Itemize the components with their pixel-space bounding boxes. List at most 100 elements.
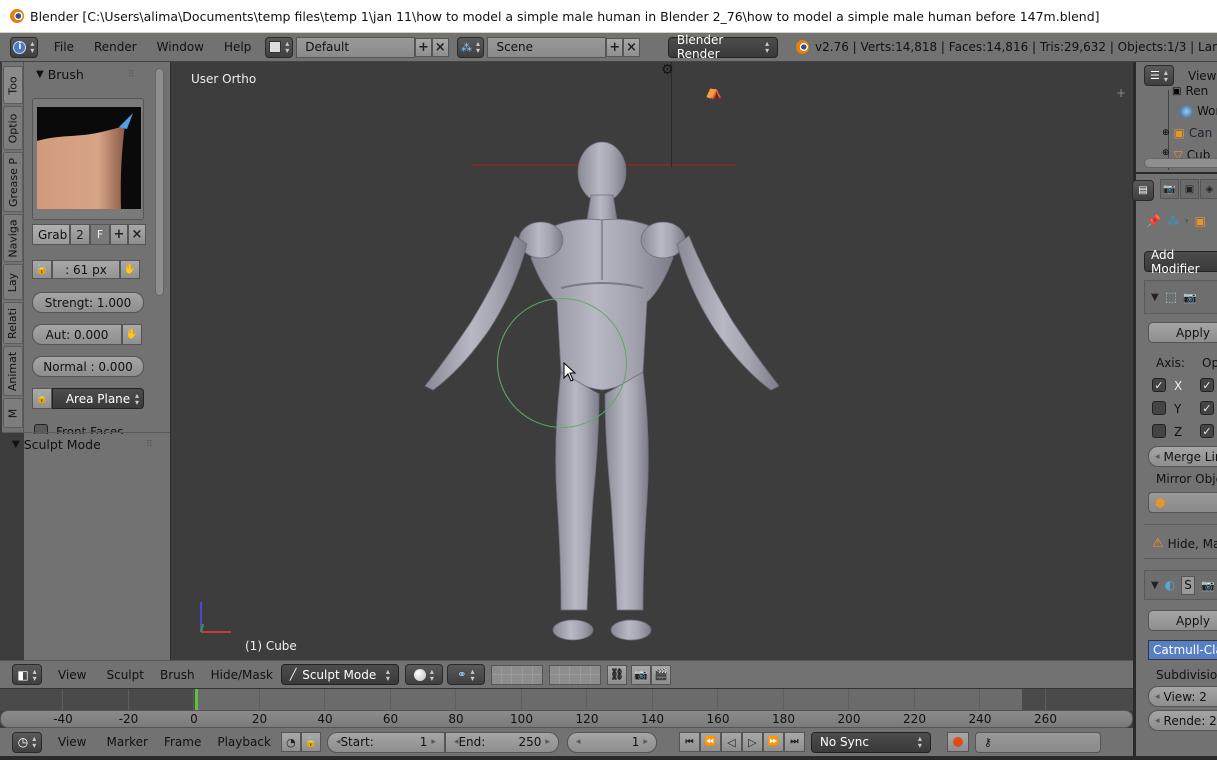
decrement-arrow-icon[interactable]: ◂ <box>1155 716 1160 726</box>
render-levels-field[interactable]: ◂ Rende: 2 <box>1148 710 1217 731</box>
tab-scene-icon[interactable]: ◈ <box>1200 179 1217 199</box>
option-checkbox[interactable]: ✓ <box>1200 424 1214 438</box>
render-animation-icon[interactable]: 🎬 <box>650 664 671 685</box>
menu-sculpt[interactable]: Sculpt <box>98 668 151 682</box>
decrement-arrow-icon[interactable]: ◂ <box>576 737 581 747</box>
normal-weight-slider[interactable]: Normal : 0.000 <box>32 356 144 377</box>
collapse-arrow-icon[interactable]: ▼ <box>1151 292 1159 303</box>
scene-layers-grid-2[interactable] <box>548 664 601 685</box>
mode-select[interactable]: ╱ Sculpt Mode ▴ ▾ <box>280 664 399 685</box>
drag-handle-icon[interactable]: ⠿ <box>128 70 135 80</box>
increment-arrow-icon[interactable]: ▸ <box>431 737 436 747</box>
menu-file[interactable]: File <box>44 40 84 54</box>
menu-view[interactable]: View <box>46 668 98 682</box>
camera-icon[interactable]: ⛺ <box>705 84 722 100</box>
delete-layout-button[interactable]: × <box>431 37 449 57</box>
merge-limit-field[interactable]: ◂Merge Lim <box>1148 446 1217 467</box>
end-frame-field[interactable]: ◂ End: 250 ▸ <box>444 731 559 753</box>
editor-type-properties-button[interactable]: ▤ <box>1132 180 1154 201</box>
collapse-arrow-icon[interactable]: ▼ <box>1151 580 1159 591</box>
add-modifier-button[interactable]: Add Modifier <box>1144 248 1217 276</box>
tab-relations[interactable]: Relati <box>3 302 23 344</box>
pin-icon[interactable]: 📌 <box>1146 214 1161 228</box>
viewport-shading-select[interactable]: ▴ ▾ <box>404 664 443 685</box>
mirror-apply-button[interactable]: Apply <box>1148 322 1217 343</box>
sculpt-plane-select[interactable]: Area Plane ▴ ▾ <box>52 388 144 409</box>
auto-keyframe-record-icon[interactable] <box>946 732 969 752</box>
menu-marker[interactable]: Marker <box>98 735 155 749</box>
brush-preview[interactable] <box>32 98 144 220</box>
add-scene-button[interactable]: + <box>606 37 624 57</box>
tab-render-layers-icon[interactable]: ▣ <box>1180 179 1199 199</box>
decrement-arrow-icon[interactable]: ◂ <box>1155 452 1160 462</box>
radius-unit-lock-icon[interactable]: 🔓 <box>32 260 52 279</box>
start-frame-field[interactable]: ◂ Start: 1 ▸ <box>326 731 445 753</box>
mirror-modifier-header[interactable]: ▼ ⬚ 📷 <box>1144 280 1217 314</box>
outliner-scrollbar[interactable] <box>1144 158 1217 168</box>
subsurf-apply-button[interactable]: Apply <box>1148 610 1217 631</box>
menu-brush[interactable]: Brush <box>152 668 203 682</box>
brush-panel-header[interactable]: ▼ Brush <box>36 67 84 82</box>
current-frame-marker[interactable] <box>195 689 198 711</box>
jump-to-keyframe-back-icon[interactable]: ⏪ <box>699 732 721 752</box>
autosmooth-slider[interactable]: Aut: 0.000 <box>32 324 122 345</box>
radius-slider[interactable]: : 61 px <box>52 260 120 279</box>
render-engine-select[interactable]: Blender Render ▴ ▾ <box>667 33 779 61</box>
tab-layers[interactable]: Lay <box>3 264 23 300</box>
pivot-point-select[interactable]: ⚭ ▴ ▾ <box>446 664 485 685</box>
add-layout-button[interactable]: + <box>415 37 432 57</box>
timeline-area[interactable] <box>0 688 1133 711</box>
option-checkbox[interactable]: ✓ <box>1200 401 1214 415</box>
brush-users-count[interactable]: 2 <box>70 224 90 245</box>
modifier-camera-icon[interactable]: 📷 <box>1201 579 1215 592</box>
keying-set-field[interactable]: ⚷ <box>974 731 1101 753</box>
tab-misc[interactable]: M <box>3 398 23 428</box>
view-levels-field[interactable]: ◂ View: 2 <box>1148 686 1217 707</box>
axis-z-checkbox[interactable] <box>1152 424 1166 438</box>
editor-type-timeline-button[interactable]: ◷ ▴ ▾ <box>12 731 42 753</box>
autosmooth-pressure-icon[interactable]: ✋ <box>122 324 142 345</box>
lamp-icon[interactable]: ⚙ <box>661 62 674 78</box>
tab-options[interactable]: Optio <box>3 106 23 150</box>
menu-window[interactable]: Window <box>147 40 214 54</box>
tab-animation[interactable]: Animat <box>3 346 23 396</box>
radius-pressure-icon[interactable]: ✋ <box>120 260 140 279</box>
tab-navigation[interactable]: Naviga <box>3 214 23 262</box>
strength-slider[interactable]: Strengt: 1.000 <box>32 292 144 313</box>
sync-mode-select[interactable]: No Sync ▴ ▾ <box>810 731 931 753</box>
3d-viewport[interactable]: User Ortho ⚙ ⛺ + (1) Cube <box>170 62 1133 660</box>
editor-type-outliner-button[interactable]: ☰ ▴ ▾ <box>1144 65 1174 86</box>
sculpt-mode-panel-header[interactable]: ▼ Sculpt Mode <box>12 437 101 452</box>
modifier-camera-icon[interactable]: 📷 <box>1183 291 1197 304</box>
menu-frame[interactable]: Frame <box>156 735 209 749</box>
current-frame-field[interactable]: ◂ 1 ▸ <box>566 731 657 753</box>
delete-scene-button[interactable]: × <box>623 37 640 57</box>
jump-to-end-icon[interactable]: ⏭ <box>783 732 805 752</box>
editor-type-info-button[interactable]: i ▴ ▾ <box>10 36 38 58</box>
subdivision-type-catmull-clark[interactable]: Catmull-Clar <box>1148 640 1217 660</box>
jump-to-start-icon[interactable]: ⏮ <box>678 732 700 752</box>
lock-layers-icon[interactable]: ⛓ <box>606 664 627 685</box>
unlink-brush-button[interactable]: × <box>128 224 146 245</box>
scene-browse-button[interactable]: ⁂ ▴ ▾ <box>456 36 485 58</box>
play-icon[interactable]: ▷ <box>741 732 763 752</box>
brush-name-field[interactable]: Grab <box>32 224 70 245</box>
increment-arrow-icon[interactable]: ▸ <box>545 737 550 747</box>
outliner-view-menu[interactable]: View <box>1188 69 1216 83</box>
axis-x-checkbox[interactable]: ✓ <box>1152 378 1166 392</box>
outliner-item-camera[interactable]: ⊕ ▣ Can <box>1162 126 1212 140</box>
jump-to-keyframe-forward-icon[interactable]: ⏩ <box>762 732 784 752</box>
option-checkbox[interactable]: ✓ <box>1200 378 1214 392</box>
screen-layout-browse-button[interactable]: ▴ ▾ <box>265 36 294 58</box>
fake-user-button[interactable]: F <box>90 224 110 245</box>
scene-field[interactable]: Scene <box>487 36 607 58</box>
menu-render[interactable]: Render <box>84 40 147 54</box>
menu-playback[interactable]: Playback <box>209 735 279 749</box>
outliner-item-render-layers[interactable]: ▣ Ren <box>1172 84 1208 98</box>
menu-help[interactable]: Help <box>214 40 261 54</box>
tab-render-icon[interactable]: 📷 <box>1160 179 1179 199</box>
editor-type-3dview-button[interactable]: ◧ ▴ ▾ <box>12 664 42 685</box>
lock-time-cursor-icon[interactable]: 🔒 <box>300 732 321 752</box>
tab-tools[interactable]: Too <box>3 66 23 104</box>
increment-arrow-icon[interactable]: ▸ <box>643 737 648 747</box>
